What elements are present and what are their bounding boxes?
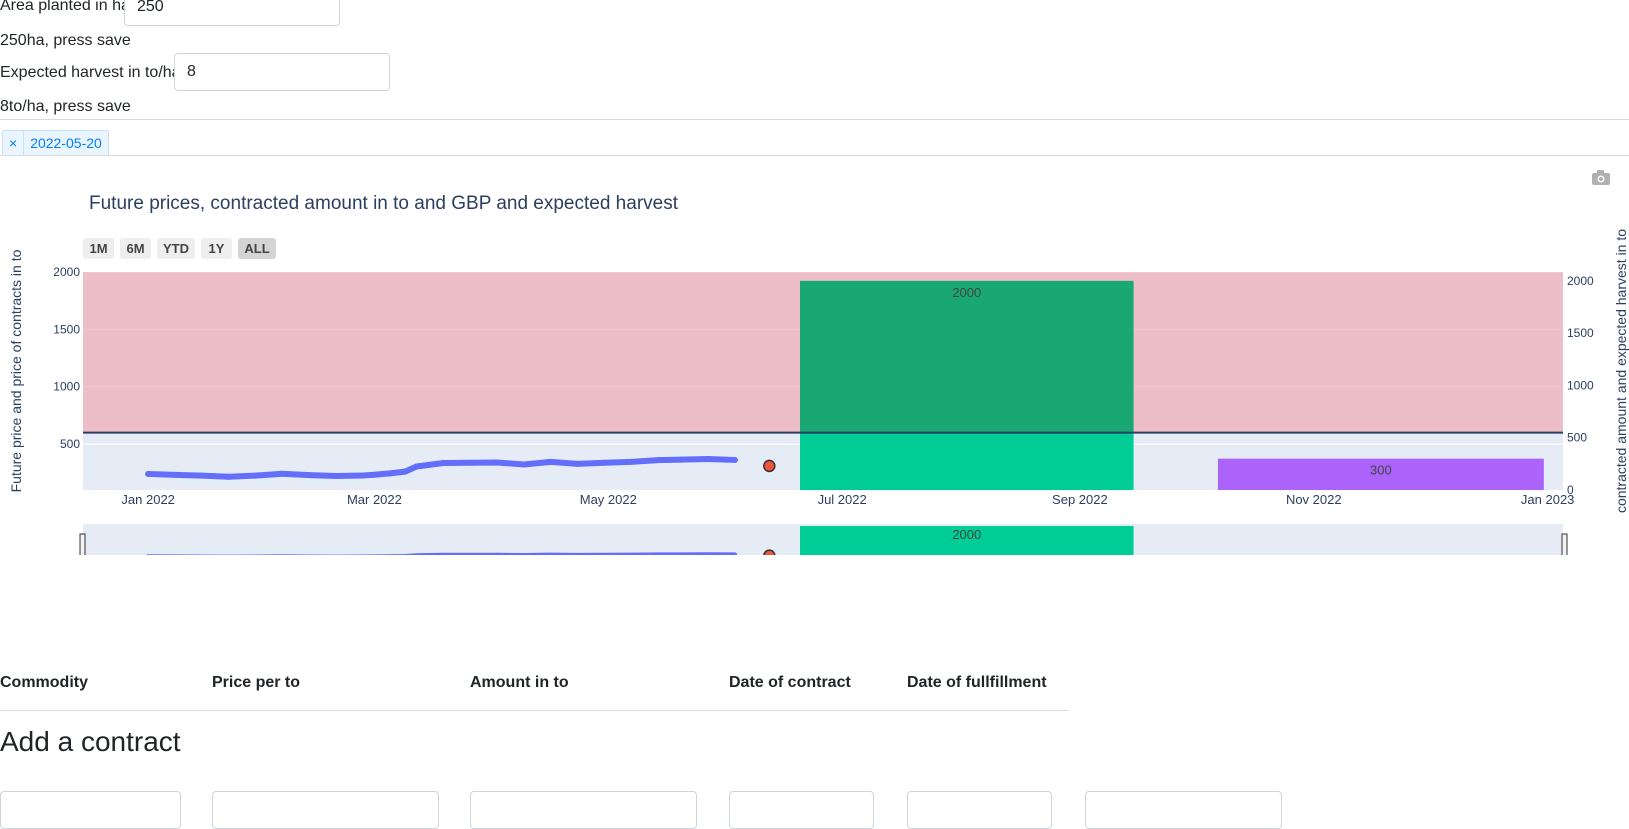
price-point — [253, 473, 259, 479]
price-point — [414, 463, 420, 469]
contract-date-input[interactable] — [729, 791, 874, 829]
add-contract-heading: Add a contract — [0, 726, 181, 758]
price-point — [440, 460, 446, 466]
price-point — [387, 470, 393, 476]
table-divider — [0, 710, 1069, 711]
price-point — [402, 469, 408, 475]
price-point — [705, 456, 711, 462]
price-point — [732, 457, 738, 463]
price-point — [521, 462, 527, 468]
price-point — [145, 471, 151, 477]
bar-value-label: 2000 — [952, 285, 981, 300]
price-point — [467, 460, 473, 466]
harvest-input[interactable] — [174, 53, 390, 91]
price-point — [548, 459, 554, 465]
price-point — [678, 457, 684, 463]
price-point — [371, 472, 377, 478]
bar-value-label: 300 — [1370, 463, 1392, 478]
column-header: Date of contract — [729, 674, 851, 692]
price-point — [172, 472, 178, 478]
remove-date-icon[interactable]: × — [3, 131, 24, 155]
extra-input[interactable] — [1085, 791, 1282, 829]
x-tick-label: Jan 2022 — [121, 492, 175, 507]
y-axis-title: Future price and price of contracts in t… — [8, 249, 24, 492]
y-tick-label: 1500 — [53, 322, 80, 336]
price-point — [575, 461, 581, 467]
price-point — [628, 459, 634, 465]
y-tick-label: 500 — [60, 437, 80, 451]
y2-ticks: 0500100015002000 — [1567, 274, 1594, 497]
price-point — [360, 473, 366, 479]
price-point — [601, 460, 607, 466]
slider-handle-right[interactable] — [1562, 534, 1567, 555]
x-tick-label: Mar 2022 — [347, 492, 402, 507]
price-point — [333, 473, 339, 479]
divider — [0, 119, 1629, 120]
slider-handle-left[interactable] — [80, 534, 85, 555]
area-label: Area planted in ha — [0, 0, 130, 15]
y2-tick-label: 500 — [1567, 431, 1587, 445]
fulfillment-date-input[interactable] — [907, 791, 1052, 829]
price-input[interactable] — [212, 791, 439, 829]
chart: Future prices, contracted amount in to a… — [0, 155, 1629, 555]
y2-tick-label: 2000 — [1567, 274, 1594, 288]
range-button-label[interactable]: 1M — [89, 241, 107, 256]
marker-point — [764, 460, 775, 471]
y2-tick-label: 1500 — [1567, 326, 1594, 340]
price-point — [199, 473, 205, 479]
harvest-label: Expected harvest in to/ha — [0, 64, 181, 82]
range-button-label[interactable]: ALL — [244, 241, 269, 256]
y-tick-label: 1000 — [53, 380, 80, 394]
date-filter-value: 2022-05-20 — [24, 135, 108, 151]
area-status-text: 250ha, press save — [0, 32, 131, 50]
column-header: Price per to — [212, 674, 300, 692]
x-tick-label: May 2022 — [580, 492, 637, 507]
price-point — [306, 472, 312, 478]
contract-bar-overlap — [800, 281, 1134, 433]
y2-tick-label: 1000 — [1567, 378, 1594, 392]
range-button-label[interactable]: 1Y — [209, 241, 225, 256]
area-input[interactable] — [124, 0, 340, 26]
y-ticks: 500 1000 1500 2000 — [53, 265, 80, 451]
y-tick-label: 2000 — [53, 265, 80, 279]
x-tick-label: Nov 2022 — [1286, 492, 1342, 507]
range-button-label[interactable]: YTD — [163, 241, 189, 256]
amount-input[interactable] — [470, 791, 697, 829]
date-filter-chip: × 2022-05-20 — [2, 130, 109, 156]
range-selector: 1M 6M YTD 1Y ALL — [83, 238, 276, 259]
commodity-input[interactable] — [0, 791, 181, 829]
column-header: Date of fullfillment — [907, 674, 1047, 692]
slider-marker-point — [764, 550, 775, 555]
x-tick-label: Sep 2022 — [1052, 492, 1108, 507]
price-point — [655, 457, 661, 463]
y2-axis-title: contracted amount and expected harvest i… — [1613, 229, 1629, 513]
camera-icon[interactable] — [1592, 170, 1610, 185]
range-button-label[interactable]: 6M — [126, 241, 144, 256]
column-header: Amount in to — [470, 674, 569, 692]
price-point — [226, 474, 232, 480]
price-point — [279, 471, 285, 477]
slider-bar-label: 2000 — [952, 527, 981, 542]
column-header: Commodity — [0, 674, 88, 692]
chart-title: Future prices, contracted amount in to a… — [89, 193, 679, 214]
x-tick-label: Jul 2022 — [818, 492, 867, 507]
price-point — [494, 459, 500, 465]
x-ticks: Jan 2022 Mar 2022 May 2022 Jul 2022 Sep 2022… — [121, 492, 1574, 507]
x-tick-label: Jan 2023 — [1521, 492, 1575, 507]
harvest-status-text: 8to/ha, press save — [0, 98, 131, 116]
